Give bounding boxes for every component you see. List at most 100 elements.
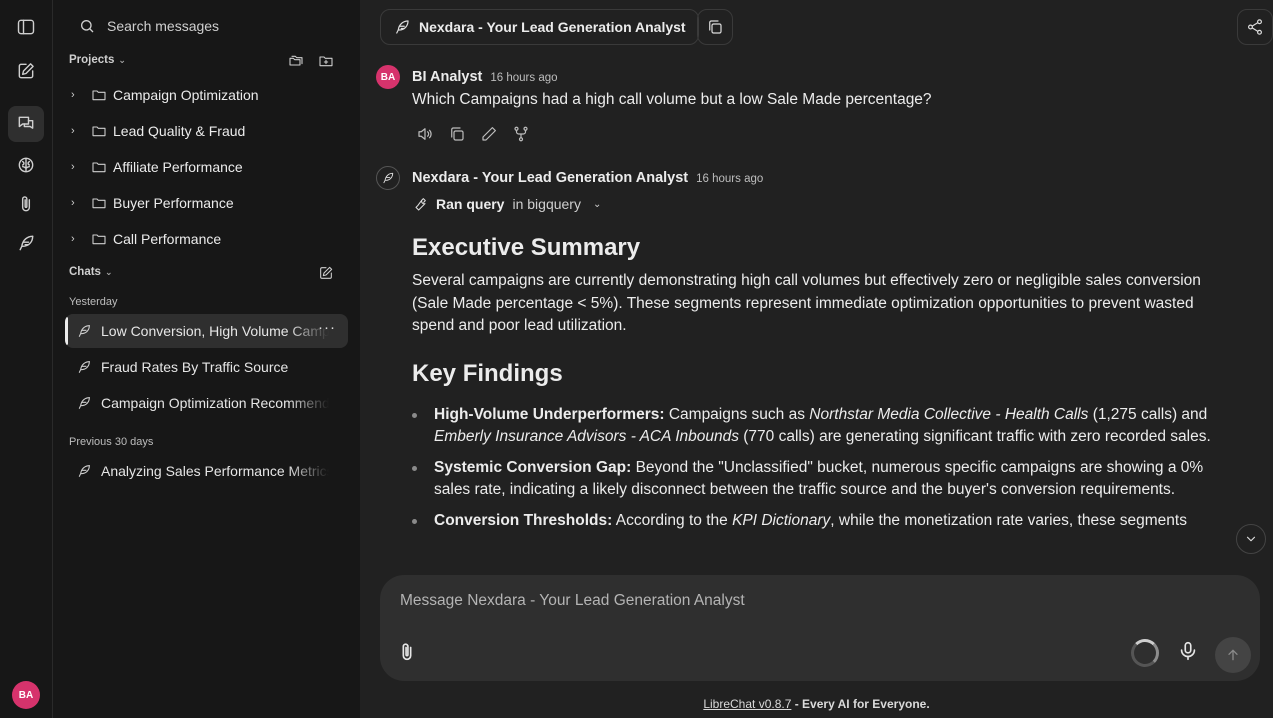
icon-rail: BA [0,0,53,718]
message-composer [380,575,1260,681]
read-aloud-icon[interactable] [416,125,434,143]
chat-title: Campaign Optimization Recommendations [101,395,329,411]
main-area: Nexdara - Your Lead Generation Analyst B… [360,0,1273,718]
chevron-down-icon [1246,536,1256,542]
folder-icon [92,90,106,101]
share-button[interactable] [1237,9,1273,45]
arrow-up-icon [1228,649,1238,661]
chat-item[interactable]: Fraud Rates By Traffic Source [65,350,348,384]
search-box[interactable] [67,10,347,42]
chevron-right-icon: › [71,197,75,209]
projects-header[interactable]: Projects ⌄ [69,54,126,66]
chat-title: Low Conversion, High Volume Campaigns [101,323,329,339]
share-icon [1248,19,1262,35]
chevron-down-icon: ⌄ [118,54,126,65]
loading-spinner-icon [1131,639,1159,667]
message-timestamp: 16 hours ago [490,72,558,84]
footer-tagline: - Every AI for Everyone. [791,697,930,711]
sidebar-toggle-icon[interactable] [8,9,44,45]
agent-title: Nexdara - Your Lead Generation Analyst [419,19,686,35]
chats-icon[interactable] [8,106,44,142]
group-label: Previous 30 days [69,436,154,448]
chat-item[interactable]: Analyzing Sales Performance Metrics [65,454,348,488]
chevron-down-icon: ⌄ [104,266,113,277]
feather-icon [78,465,90,477]
project-item[interactable]: › Affiliate Performance [71,154,243,180]
paperclip-icon [402,643,412,661]
folders-icon[interactable] [288,53,304,69]
copy-icon[interactable] [448,125,466,143]
chat-item[interactable]: Campaign Optimization Recommendations [65,386,348,420]
project-item[interactable]: › Call Performance [71,226,221,252]
more-options-icon[interactable]: ··· [318,319,336,336]
project-label: Call Performance [113,231,222,247]
agent-avatar [376,166,400,190]
fork-icon[interactable] [512,125,530,143]
summary-paragraph: Several campaigns are currently demonstr… [412,272,1201,334]
group-label: Yesterday [69,296,118,308]
tool-call-label: Ran query [436,196,505,212]
chevron-right-icon: › [71,89,75,101]
feather-icon [383,172,394,184]
agent-selector-button[interactable]: Nexdara - Your Lead Generation Analyst [380,9,699,45]
feather-icon [78,361,90,373]
avatar[interactable]: BA [12,681,40,709]
user-name: BI Analyst [412,69,483,85]
chats-label: Chats [69,266,101,278]
folder-icon [92,234,106,245]
chevron-right-icon: › [71,161,75,173]
project-label: Affiliate Performance [113,159,243,175]
librechat-link[interactable]: LibreChat v0.8.7 [703,697,791,711]
user-avatar: BA [376,65,400,89]
findings-list: High-Volume Underperformers: Campaigns s… [412,404,1212,533]
message-actions [416,125,530,143]
attach-file-button[interactable] [396,641,420,665]
new-chat-icon[interactable] [318,265,334,281]
copy-icon [709,20,722,34]
projects-label: Projects [69,54,115,66]
project-label: Campaign Optimization [113,87,259,103]
feather-icon [396,20,409,34]
tool-call-source: in bigquery [512,196,581,212]
chevron-right-icon: › [71,125,75,137]
feather-icon [78,397,90,409]
project-label: Lead Quality & Fraud [113,123,246,139]
chats-header[interactable]: Chats ⌄ [69,266,113,278]
new-chat-icon[interactable] [8,53,44,89]
project-item[interactable]: › Lead Quality & Fraud [71,118,245,144]
section-heading: Key Findings [412,359,563,387]
send-button[interactable] [1215,637,1251,673]
new-folder-icon[interactable] [318,53,334,69]
chat-title: Fraud Rates By Traffic Source [101,359,289,375]
section-heading: Executive Summary [412,234,641,261]
copy-chat-button[interactable] [697,9,733,45]
agent-message-content: Executive Summary Several campaigns are … [412,232,1212,575]
agent-message-header: Nexdara - Your Lead Generation Analyst 1… [412,170,763,186]
tool-call-toggle[interactable]: Ran query in bigquery ⌄ [412,196,601,212]
search-input[interactable] [107,18,327,34]
list-item: High-Volume Underperformers: Campaigns s… [412,404,1212,449]
chat-title: Analyzing Sales Performance Metrics [101,463,329,479]
chevron-right-icon: › [71,233,75,245]
chat-item-active[interactable]: Low Conversion, High Volume Campaigns ··… [65,314,348,348]
sidebar: Projects ⌄ › Campaign Optimization › Lea… [53,0,360,718]
project-item[interactable]: › Buyer Performance [71,190,234,216]
user-message-text: Which Campaigns had a high call volume b… [412,91,932,108]
edit-icon[interactable] [480,125,498,143]
list-item: Conversion Thresholds: According to the … [412,510,1212,533]
user-message-header: BI Analyst 16 hours ago [412,69,558,85]
footer: LibreChat v0.8.7 - Every AI for Everyone… [360,697,1273,711]
feather-icon[interactable] [8,225,44,261]
brain-icon[interactable] [8,147,44,183]
project-tools [288,53,334,69]
scroll-to-bottom-button[interactable] [1236,524,1266,554]
project-label: Buyer Performance [113,195,234,211]
folder-icon [92,126,106,137]
paperclip-icon[interactable] [8,186,44,222]
list-item: Systemic Conversion Gap: Beyond the "Unc… [412,457,1212,502]
project-item[interactable]: › Campaign Optimization [71,82,259,108]
chevron-down-icon: ⌄ [592,198,602,210]
folder-icon [92,162,106,173]
message-input[interactable] [400,592,1220,616]
voice-input-button[interactable] [1177,640,1199,665]
